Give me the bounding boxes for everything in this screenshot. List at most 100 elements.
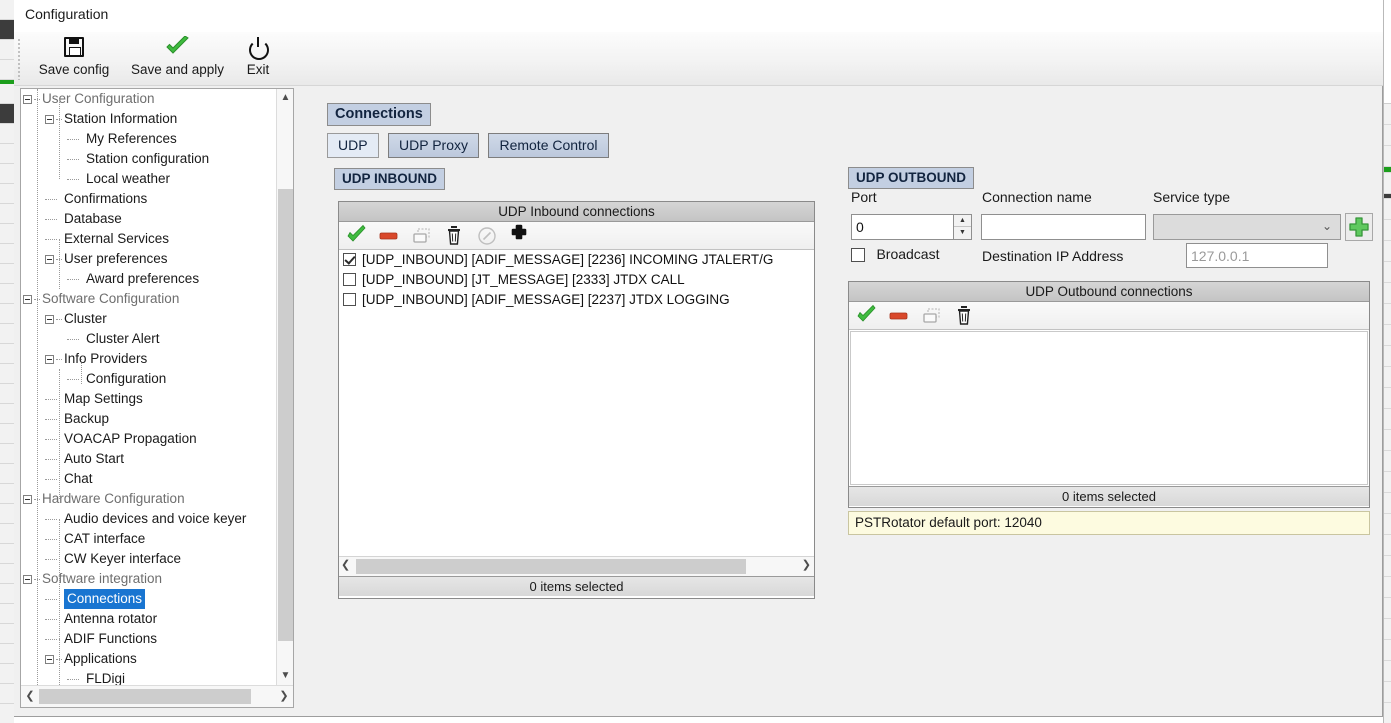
sidebar-item-software-configuration[interactable]: Software Configuration xyxy=(21,289,277,309)
broadcast-checkbox[interactable]: Broadcast xyxy=(851,246,940,264)
background-row xyxy=(1384,598,1391,619)
scroll-left-icon[interactable]: ❮ xyxy=(21,686,39,707)
destination-ip-input[interactable]: 127.0.0.1 xyxy=(1186,243,1328,268)
background-row xyxy=(1384,325,1391,346)
connection-name-input[interactable] xyxy=(981,214,1146,240)
tree-expander-icon[interactable] xyxy=(45,315,54,324)
list-item-checkbox[interactable] xyxy=(343,273,356,286)
list-item-label: [UDP_INBOUND] [ADIF_MESSAGE] [2236] INCO… xyxy=(362,252,773,267)
scroll-down-icon[interactable]: ▼ xyxy=(277,667,294,685)
save-config-button[interactable]: Save config xyxy=(28,34,120,84)
tree-connector xyxy=(45,519,57,520)
inbound-scroll-left-icon[interactable]: ❮ xyxy=(341,558,350,571)
scroll-right-icon[interactable]: ❯ xyxy=(275,686,293,707)
background-row xyxy=(0,324,14,344)
sidebar-item-database[interactable]: Database xyxy=(21,209,277,229)
scroll-up-icon[interactable]: ▲ xyxy=(277,89,294,107)
sidebar-item-label: Antenna rotator xyxy=(64,609,157,629)
tree-connector xyxy=(45,219,57,220)
save-and-apply-button[interactable]: Save and apply xyxy=(120,34,235,84)
toolbar: Save config Save and apply Exit xyxy=(14,32,1383,86)
background-row xyxy=(1384,619,1391,640)
navigation-tree[interactable]: User ConfigurationStation InformationMy … xyxy=(20,88,294,708)
port-stepper[interactable]: ▲ ▼ xyxy=(953,214,972,240)
delete-icon[interactable] xyxy=(954,302,976,330)
tab-udp[interactable]: UDP xyxy=(327,133,379,158)
add-icon[interactable] xyxy=(509,222,531,250)
tree-hscroll-thumb[interactable] xyxy=(39,689,251,704)
tab-remote-control[interactable]: Remote Control xyxy=(488,133,608,158)
sidebar-item-cluster-alert[interactable]: Cluster Alert xyxy=(21,329,277,349)
delete-icon[interactable] xyxy=(444,222,466,250)
tree-vscroll-thumb[interactable] xyxy=(278,189,293,641)
disable-icon[interactable] xyxy=(379,222,401,250)
tree-guide-line xyxy=(59,99,60,179)
tree-vertical-scrollbar[interactable]: ▲ ▼ xyxy=(276,89,293,685)
background-row xyxy=(1384,304,1391,325)
edit-icon[interactable] xyxy=(477,222,499,250)
background-row xyxy=(0,624,14,644)
background-row xyxy=(1384,556,1391,577)
sidebar-item-confirmations[interactable]: Confirmations xyxy=(21,189,277,209)
list-item-checkbox[interactable] xyxy=(343,253,356,266)
tree-expander-icon[interactable] xyxy=(23,575,32,584)
enable-icon[interactable] xyxy=(347,222,369,250)
sidebar-item-label: CW Keyer interface xyxy=(64,549,181,569)
tree-expander-icon[interactable] xyxy=(45,115,54,124)
duplicate-icon[interactable] xyxy=(412,222,434,250)
sidebar-item-label: Hardware Configuration xyxy=(42,489,185,509)
port-stepper-down-icon[interactable]: ▼ xyxy=(954,226,971,237)
sidebar-item-cluster[interactable]: Cluster xyxy=(21,309,277,329)
background-row xyxy=(0,344,14,364)
exit-label: Exit xyxy=(235,60,281,80)
exit-button[interactable]: Exit xyxy=(235,34,281,84)
status-hint: PSTRotator default port: 12040 xyxy=(848,511,1370,535)
background-row xyxy=(0,124,14,144)
list-item-checkbox[interactable] xyxy=(343,293,356,306)
sidebar-item-label: Database xyxy=(64,209,122,229)
inbound-scroll-right-icon[interactable]: ❯ xyxy=(802,558,811,571)
list-item[interactable]: [UDP_INBOUND] [ADIF_MESSAGE] [2236] INCO… xyxy=(339,250,814,270)
tree-connector xyxy=(67,139,79,140)
udp-outbound-list[interactable] xyxy=(850,331,1368,485)
sidebar-item-info-providers[interactable]: Info Providers xyxy=(21,349,277,369)
list-item[interactable]: [UDP_INBOUND] [JT_MESSAGE] [2333] JTDX C… xyxy=(339,270,814,290)
toolbar-grip[interactable] xyxy=(17,38,22,80)
sidebar-item-label: My References xyxy=(86,129,177,149)
sidebar-item-label: User preferences xyxy=(64,249,168,269)
background-row xyxy=(0,644,14,664)
port-input[interactable]: 0 xyxy=(851,214,961,240)
enable-icon[interactable] xyxy=(857,302,879,330)
floppy-disk-icon xyxy=(28,34,120,60)
tab-udp-proxy[interactable]: UDP Proxy xyxy=(388,133,479,158)
background-window-right-sliver xyxy=(1383,0,1391,723)
tree-guide-line xyxy=(37,89,38,685)
tree-horizontal-scrollbar[interactable]: ❮ ❯ xyxy=(21,685,293,707)
background-row xyxy=(1384,241,1391,262)
disable-icon[interactable] xyxy=(889,302,911,330)
add-outbound-button[interactable] xyxy=(1345,213,1373,241)
inbound-hscroll-thumb[interactable] xyxy=(356,559,746,574)
background-row xyxy=(1384,146,1391,167)
tree-expander-icon[interactable] xyxy=(45,255,54,264)
tree-expander-icon[interactable] xyxy=(45,355,54,364)
service-type-dropdown[interactable]: ⌄ xyxy=(1153,214,1341,240)
tree-expander-icon[interactable] xyxy=(23,495,32,504)
tree-connector xyxy=(67,279,79,280)
port-stepper-up-icon[interactable]: ▲ xyxy=(954,215,971,226)
udp-outbound-status: 0 items selected xyxy=(849,486,1369,506)
destination-ip-label: Destination IP Address xyxy=(982,248,1123,264)
window-titlebar: Configuration xyxy=(14,0,1383,32)
tree-expander-icon[interactable] xyxy=(45,655,54,664)
list-item[interactable]: [UDP_INBOUND] [ADIF_MESSAGE] [2237] JTDX… xyxy=(339,290,814,310)
udp-inbound-list[interactable]: [UDP_INBOUND] [ADIF_MESSAGE] [2236] INCO… xyxy=(339,250,814,556)
sidebar-item-label: Map Settings xyxy=(64,389,143,409)
broadcast-checkbox-box[interactable] xyxy=(851,248,865,262)
udp-inbound-hscrollbar[interactable]: ❮ ❯ xyxy=(339,556,814,576)
configuration-window: Configuration Save config Save and apply… xyxy=(14,0,1383,717)
background-row xyxy=(1384,346,1391,367)
tree-expander-icon[interactable] xyxy=(23,95,32,104)
tree-expander-icon[interactable] xyxy=(23,295,32,304)
tree-connector xyxy=(45,479,57,480)
duplicate-icon[interactable] xyxy=(922,302,944,330)
